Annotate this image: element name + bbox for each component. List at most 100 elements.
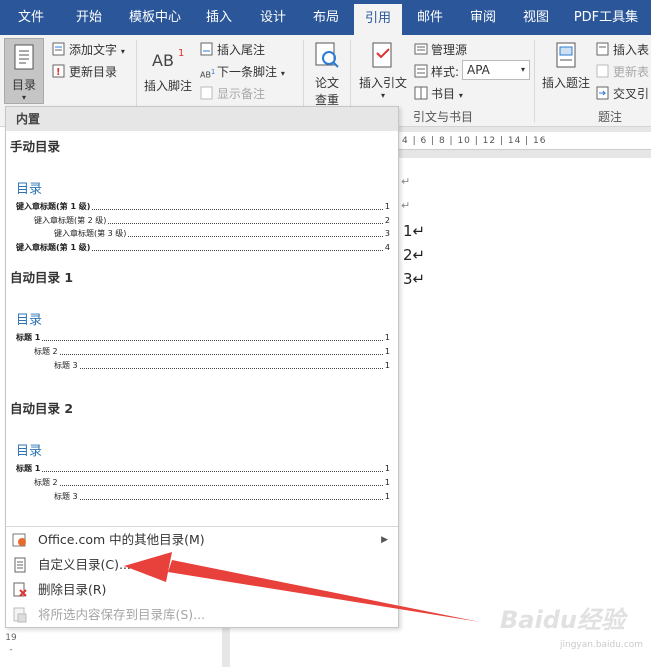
show-notes-button[interactable]: 显示备注	[200, 85, 265, 102]
toc-line-text: 键入章标题(第 3 级)	[54, 229, 127, 238]
next-footnote-button[interactable]: AB1 下一条脚注 ▾	[200, 63, 285, 80]
bibliography-icon	[414, 86, 428, 100]
remove-toc-item[interactable]: 删除目录(R)	[6, 578, 398, 602]
remove-toc-label: 删除目录(R)	[38, 582, 107, 597]
toc-preview-title: 目录	[16, 444, 43, 459]
custom-toc-label: 自定义目录(C)...	[38, 557, 131, 572]
tab-design[interactable]: 设计	[248, 0, 298, 35]
group-label-citations: 引文与书目	[413, 110, 474, 124]
toc-line-page: 1	[384, 478, 390, 487]
insert-footnote-label: 插入脚注	[143, 79, 192, 93]
chevron-down-icon: ▾	[520, 65, 525, 74]
office-more-toc-item[interactable]: Office.com 中的其他目录(M) ▶	[6, 528, 398, 552]
save-selection-label: 将所选内容保存到目录库(S)...	[38, 607, 206, 622]
toc-dropdown: 内置 手动目录 目录 键入章标题(第 1 级) 1 键入章标题(第 2 级) 2 键…	[5, 106, 399, 628]
tab-layout[interactable]: 布局	[302, 0, 350, 35]
insert-table-of-figures-button[interactable]: 插入表	[596, 41, 649, 58]
footnote-icon: AB 1	[148, 44, 188, 74]
watermark-url: jingyan.baidu.com	[560, 640, 644, 650]
toc-line-page: 3	[384, 229, 390, 238]
bibliography-label: 书目	[431, 87, 456, 101]
add-text-button[interactable]: 添加文字 ▾	[52, 41, 125, 58]
tab-references[interactable]: 引用	[354, 4, 402, 35]
toc-line-text: 标题 1	[16, 464, 41, 473]
add-text-icon	[52, 42, 66, 56]
style-select[interactable]: APA ▾	[462, 60, 530, 80]
toc-line-page: 1	[384, 202, 390, 211]
tab-insert[interactable]: 插入	[194, 0, 244, 35]
toc-line-page: 1	[384, 464, 390, 473]
update-toc-button[interactable]: ! 更新目录	[52, 63, 117, 80]
toc-line-text: 键入章标题(第 2 级)	[34, 216, 107, 225]
toc-line-text: 标题 3	[54, 361, 78, 370]
tab-view[interactable]: 视图	[512, 0, 560, 35]
document-line: 1↵	[403, 222, 426, 240]
bibliography-button[interactable]: 书目 ▾	[414, 85, 463, 102]
toc-preview-title: 目录	[16, 182, 43, 197]
style-label: 样式:	[431, 65, 460, 79]
tab-review[interactable]: 审阅	[458, 0, 508, 35]
cross-reference-icon	[596, 86, 610, 100]
toc-line-text: 键入章标题(第 1 级)	[16, 202, 91, 211]
group-label-captions: 题注	[598, 110, 623, 124]
insert-caption-label: 插入题注	[541, 76, 590, 90]
toc-line-text: 标题 2	[34, 347, 58, 356]
tab-pdf-tools[interactable]: PDF工具集	[566, 0, 646, 35]
toc-button-label: 目录	[11, 78, 36, 92]
toc-line-text: 键入章标题(第 1 级)	[16, 243, 91, 252]
insert-endnote-button[interactable]: 插入尾注	[200, 41, 265, 58]
custom-toc-item[interactable]: 自定义目录(C)...	[6, 553, 398, 577]
toc-button[interactable]: 目录 ▾	[4, 38, 44, 104]
submenu-arrow-icon: ▶	[381, 535, 388, 545]
toc-preview-line: 标题 1 1	[16, 333, 390, 343]
manage-sources-icon	[414, 42, 428, 56]
cross-reference-label: 交叉引	[613, 87, 650, 101]
toc-preview-line: 键入章标题(第 2 级) 2	[34, 216, 390, 226]
toc-preview-line: 标题 2 1	[34, 478, 390, 488]
remove-toc-icon	[12, 582, 28, 598]
insert-endnote-label: 插入尾注	[217, 43, 266, 57]
chevron-down-icon: ▾	[380, 91, 385, 100]
update-table-button[interactable]: 更新表	[596, 63, 649, 80]
table-of-figures-icon	[596, 42, 610, 56]
toc-preview-line: 标题 3 1	[54, 361, 390, 371]
tab-home[interactable]: 开始	[62, 0, 116, 35]
horizontal-ruler[interactable]: 4 | 6 | 8 | 10 | 12 | 14 | 16	[398, 132, 651, 150]
update-table-label: 更新表	[613, 65, 650, 79]
toc-line-text: 标题 2	[34, 478, 58, 487]
insert-caption-button[interactable]: 插入题注	[540, 41, 592, 91]
manage-sources-button[interactable]: 管理源	[414, 41, 467, 58]
tab-file[interactable]: 文件	[4, 0, 58, 35]
chevron-down-icon: ▾	[21, 93, 26, 102]
cross-reference-button[interactable]: 交叉引	[596, 85, 649, 102]
toc-line-text: 标题 1	[16, 333, 41, 342]
paper-check-button[interactable]: 论文 查重	[310, 41, 344, 108]
toc-line-page: 1	[384, 361, 390, 370]
style-icon	[414, 64, 428, 78]
toc-preview-line: 键入章标题(第 3 级) 3	[54, 229, 390, 239]
tab-template-center[interactable]: 模板中心	[120, 0, 190, 35]
next-footnote-label: 下一条脚注	[217, 65, 278, 79]
insert-citation-button[interactable]: 插入引文 ▾	[356, 41, 410, 100]
update-table-icon	[596, 64, 610, 78]
toc-preview-line: 标题 1 1	[16, 464, 390, 474]
ribbon-tab-bar: 文件 开始 模板中心 插入 设计 布局 引用 邮件 审阅 视图 PDF工具集	[0, 0, 651, 35]
insert-citation-label: 插入引文	[358, 76, 407, 90]
document-line: ↵	[401, 175, 411, 188]
save-selection-to-toc-gallery-item[interactable]: 将所选内容保存到目录库(S)...	[6, 603, 398, 627]
toc-line-page: 1	[384, 492, 390, 501]
toc-preview-line: 标题 2 1	[34, 347, 390, 357]
ab-superscript: 1	[178, 48, 184, 59]
office-more-toc-label: Office.com 中的其他目录(M)	[38, 532, 205, 547]
tab-mailings[interactable]: 邮件	[406, 0, 454, 35]
manual-toc-heading: 手动目录	[10, 139, 61, 154]
ab-glyph: AB	[152, 51, 174, 70]
update-toc-label: 更新目录	[69, 65, 118, 79]
manage-sources-label: 管理源	[431, 43, 468, 57]
auto-toc-2-option[interactable]: 自动目录 2 目录 标题 1 1 标题 2 1 标题 3 1	[6, 395, 398, 523]
toc-preview-line: 键入章标题(第 1 级) 1	[16, 202, 390, 212]
insert-footnote-button[interactable]: AB 1 插入脚注	[142, 44, 194, 94]
toc-line-page: 1	[384, 333, 390, 342]
manual-toc-option[interactable]: 手动目录 目录 键入章标题(第 1 级) 1 键入章标题(第 2 级) 2 键入章标…	[6, 133, 398, 261]
auto-toc-1-option[interactable]: 自动目录 1 目录 标题 1 1 标题 2 1 标题 3 1	[6, 263, 398, 391]
